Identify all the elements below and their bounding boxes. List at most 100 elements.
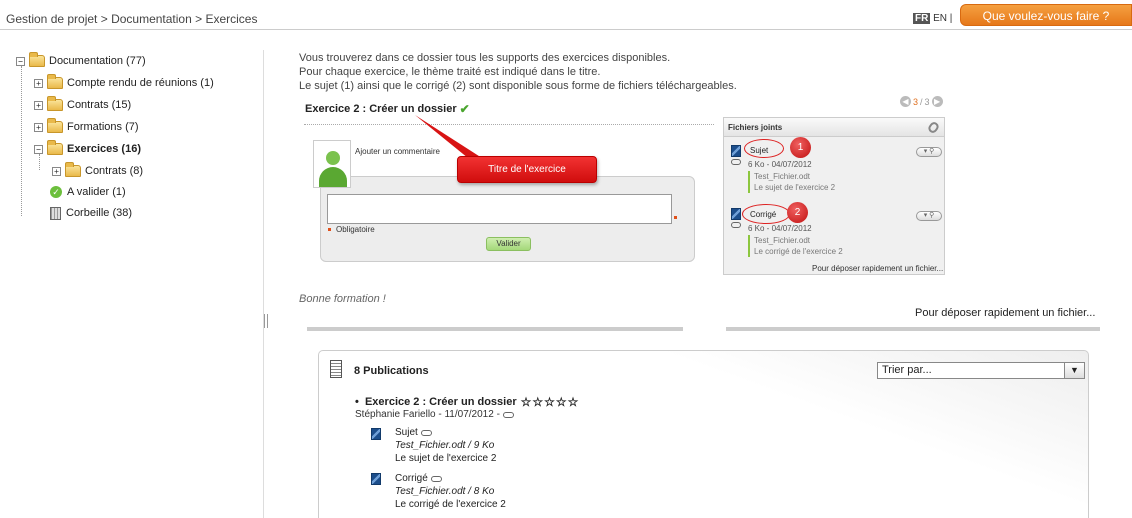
previous-icon[interactable]: ◀: [900, 96, 911, 107]
annotation-badge: 2: [787, 202, 808, 223]
document-icon: [371, 428, 381, 440]
file-description: Le corrigé de l'exercice 2: [395, 499, 506, 510]
pager-current: 3: [913, 96, 919, 107]
file-name[interactable]: Sujet: [395, 426, 418, 439]
panel-splitter-handle[interactable]: [264, 314, 268, 328]
tree-node-contrats[interactable]: + Contrats (15): [34, 96, 131, 113]
mandatory-label: Obligatoire: [336, 225, 375, 234]
document-icon: [731, 145, 741, 157]
publication-file: Sujet Test_Fichier.odt / 9 Ko Le sujet d…: [395, 426, 496, 465]
section-divider: [726, 327, 1100, 331]
pager-separator: /: [920, 96, 923, 107]
tree-node-contrats-sub[interactable]: + Contrats (8): [52, 162, 143, 179]
tree-node-label[interactable]: Exercices (16): [67, 143, 141, 155]
expand-icon[interactable]: +: [34, 122, 43, 132]
tree-node-label[interactable]: Contrats (8): [85, 165, 143, 177]
file-details: Test_Fichier.odt / 8 Ko: [395, 486, 495, 497]
open-folder-icon: [47, 140, 63, 155]
tree-node-corbeille[interactable]: Corbeille (38): [50, 205, 132, 221]
attachment-menu-button[interactable]: ▾ ⚲: [916, 147, 942, 157]
attachment-meta: 6 Ko - 04/07/2012: [748, 224, 812, 233]
file-description: Le sujet de l'exercice 2: [395, 453, 497, 464]
comment-input[interactable]: [327, 194, 672, 224]
publication-item-title[interactable]: Exercice 2 : Créer un dossier: [365, 396, 517, 408]
file-name[interactable]: Corrigé: [395, 472, 428, 485]
collapse-icon[interactable]: −: [34, 144, 43, 154]
document-icon: [371, 473, 381, 485]
expand-icon[interactable]: +: [52, 166, 61, 176]
publication-pager: ◀ 3 / 3 ▶: [900, 96, 943, 107]
trash-icon: [50, 206, 61, 220]
breadcrumb[interactable]: Gestion de projet > Documentation > Exer…: [6, 12, 257, 26]
expand-icon[interactable]: +: [34, 78, 43, 88]
tree-node-label[interactable]: Documentation (77): [49, 55, 146, 67]
publications-panel: 8 Publications Trier par... ▼ • Exercice…: [318, 350, 1089, 518]
actions-menu-button[interactable]: Que voulez-vous faire ?: [960, 4, 1132, 26]
tree-node-compte-rendu[interactable]: + Compte rendu de réunions (1): [34, 74, 214, 91]
tree-node-a-valider[interactable]: ✓ A valider (1): [50, 184, 126, 200]
tree-node-label[interactable]: Formations (7): [67, 121, 139, 133]
sort-select-value: Trier par...: [882, 364, 932, 376]
folder-icon: [47, 96, 63, 111]
attachment-description: Le corrigé de l'exercice 2: [754, 247, 843, 256]
attachment-details: Test_Fichier.odt Le corrigé de l'exercic…: [748, 235, 843, 257]
avatar-head: [326, 151, 340, 165]
link-icon: [502, 411, 514, 418]
tree-node-label[interactable]: Contrats (15): [67, 99, 131, 111]
rating-stars-icon[interactable]: ☆☆☆☆☆: [521, 395, 580, 409]
required-marker: [328, 228, 331, 231]
next-icon[interactable]: ▶: [931, 96, 943, 107]
collapse-icon[interactable]: −: [16, 56, 25, 66]
language-switch: FR EN |: [913, 13, 952, 24]
folder-tree: − Documentation (77) + Compte rendu de r…: [12, 50, 264, 518]
link-icon: [731, 159, 741, 165]
document-icon: [731, 208, 741, 220]
tree-node-label[interactable]: A valider (1): [67, 186, 126, 198]
description-line: Le sujet (1) ainsi que le corrigé (2) so…: [299, 80, 737, 92]
attachment-name[interactable]: Corrigé: [750, 210, 776, 219]
publication-list-item[interactable]: • Exercice 2 : Créer un dossier ☆☆☆☆☆: [355, 395, 579, 409]
tree-node-formations[interactable]: + Formations (7): [34, 118, 139, 135]
publication-author-line: Stéphanie Fariello - 11/07/2012 -: [355, 409, 514, 420]
avatar-body: [319, 167, 347, 187]
tree-node-exercices[interactable]: − Exercices (16): [34, 140, 141, 157]
attachments-panel: Fichiers joints Sujet 1 ▾ ⚲ 6 Ko - 04/07…: [723, 117, 945, 275]
attachment-name[interactable]: Sujet: [750, 146, 768, 155]
bullet: •: [355, 396, 365, 408]
tree-guide: [21, 66, 22, 216]
sort-select[interactable]: Trier par... ▼: [877, 362, 1085, 379]
attachment-menu-button[interactable]: ▾ ⚲: [916, 211, 942, 221]
lang-fr[interactable]: FR: [913, 13, 931, 24]
publication-file: Corrigé Test_Fichier.odt / 8 Ko Le corri…: [395, 472, 506, 511]
dropdown-arrow-icon[interactable]: ▼: [1064, 363, 1084, 378]
folder-icon: [47, 74, 63, 89]
annotation-badge: 1: [790, 137, 811, 158]
quick-upload-link-main[interactable]: Pour déposer rapidement un fichier...: [915, 307, 1095, 319]
folder-icon: [47, 118, 63, 133]
link-icon: [430, 475, 442, 482]
expand-icon[interactable]: +: [34, 100, 43, 110]
link-icon: [731, 222, 741, 228]
publications-count-title: 8 Publications: [354, 365, 429, 377]
lang-en[interactable]: EN |: [933, 13, 952, 24]
paperclip-icon: [926, 120, 941, 135]
check-circle-icon: ✓: [50, 186, 62, 198]
attachment-filename: Test_Fichier.odt: [754, 236, 811, 245]
attachment-details: Test_Fichier.odt Le sujet de l'exercice …: [748, 171, 835, 193]
author-date: Stéphanie Fariello - 11/07/2012 -: [355, 409, 500, 420]
attachment-meta: 6 Ko - 04/07/2012: [748, 160, 812, 169]
user-avatar: [313, 140, 351, 188]
closing-note: Bonne formation !: [299, 293, 386, 305]
tree-node-label[interactable]: Corbeille (38): [66, 207, 132, 219]
attachment-filename: Test_Fichier.odt: [754, 172, 811, 181]
tree-node-documentation[interactable]: − Documentation (77): [16, 52, 146, 69]
folder-description: Vous trouverez dans ce dossier tous les …: [299, 51, 737, 93]
link-icon: [420, 429, 432, 436]
divider: [304, 124, 714, 125]
top-bar: Gestion de projet > Documentation > Exer…: [0, 0, 1132, 30]
required-marker: [674, 216, 677, 219]
validate-button[interactable]: Valider: [486, 237, 531, 251]
tree-node-label[interactable]: Compte rendu de réunions (1): [67, 77, 214, 89]
section-divider: [307, 327, 683, 331]
quick-upload-link[interactable]: Pour déposer rapidement un fichier...: [812, 264, 943, 273]
